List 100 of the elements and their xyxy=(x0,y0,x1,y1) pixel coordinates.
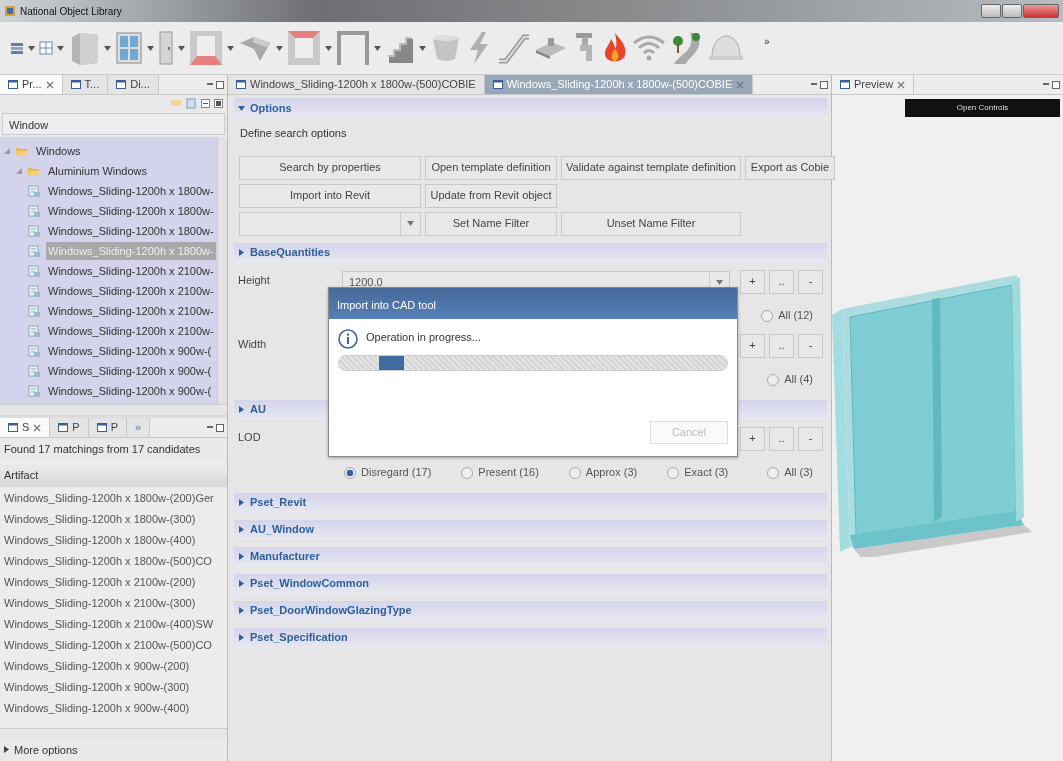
tab[interactable]: P xyxy=(50,418,89,437)
collapse-icon[interactable] xyxy=(201,98,210,108)
caret-icon[interactable] xyxy=(227,45,234,51)
action-button[interactable]: Unset Name Filter xyxy=(561,211,741,236)
section-header[interactable]: Pset_Revit xyxy=(234,492,827,513)
section-header[interactable]: Pset_Specification xyxy=(234,627,827,648)
small-button[interactable]: .. xyxy=(769,269,794,294)
list-row[interactable]: Windows_Sliding-1200h x 1800w-(500)CO xyxy=(0,549,227,571)
tree-item[interactable]: Windows_Sliding-1200h x 2100w- xyxy=(46,301,216,321)
tree-item[interactable]: Windows_Sliding-1200h x 900w-( xyxy=(46,341,214,361)
list-row[interactable]: Windows_Sliding-1200h x 1800w-(300) xyxy=(0,507,227,529)
small-button[interactable]: .. xyxy=(769,426,794,451)
list-row[interactable]: Windows_Sliding-1200h x 1800w-(200)Ger xyxy=(0,486,227,508)
section-header[interactable]: BaseQuantities xyxy=(234,242,827,263)
tree-item[interactable]: Windows_Sliding-1200h x 1800w- xyxy=(46,221,216,241)
radio-button[interactable] xyxy=(568,466,581,479)
action-button[interactable]: Import into Revit xyxy=(239,183,421,208)
tree-item[interactable]: Windows_Sliding-1200h x 2100w- xyxy=(46,261,216,281)
caret-icon[interactable] xyxy=(104,45,111,51)
expanded-icon[interactable] xyxy=(16,168,22,174)
radio-option[interactable]: Disregard (17) xyxy=(344,464,432,481)
tab[interactable]: P xyxy=(88,418,128,437)
more-tabs-button[interactable]: » xyxy=(127,418,151,437)
caret-icon[interactable] xyxy=(178,45,185,51)
tab[interactable]: Preview xyxy=(832,75,915,94)
tab[interactable]: T... xyxy=(62,75,109,94)
list-row[interactable]: Windows_Sliding-1200h x 2100w-(500)CO xyxy=(0,633,227,655)
tree-item[interactable]: Windows xyxy=(34,141,83,161)
maximize-icon[interactable] xyxy=(216,80,224,89)
radio-option[interactable]: Approx (3) xyxy=(568,464,638,481)
tree-item[interactable]: Windows_Sliding-1200h x 900w-( xyxy=(46,381,214,401)
caret-icon[interactable] xyxy=(419,45,426,51)
pipe-icon[interactable] xyxy=(534,36,568,60)
action-button[interactable]: Search by properties xyxy=(239,155,421,180)
scrollbar[interactable] xyxy=(217,137,227,404)
tree-item[interactable]: Windows_Sliding-1200h x 1800w- xyxy=(46,181,216,201)
tab[interactable]: Pr... xyxy=(0,75,63,94)
section-header[interactable]: AU_Window xyxy=(234,519,827,540)
small-button[interactable]: - xyxy=(798,333,823,358)
tree-item[interactable]: Windows_Sliding-1200h x 1800w- xyxy=(46,201,216,221)
radio-option[interactable]: Exact (3) xyxy=(667,464,729,481)
caret-icon[interactable] xyxy=(325,45,332,51)
close-icon[interactable] xyxy=(897,80,906,89)
list-icon[interactable] xyxy=(10,41,24,55)
list-row[interactable]: Windows_Sliding-1200h x 900w-(200) xyxy=(0,654,227,676)
list-row[interactable]: Windows_Sliding-1200h x 900w-(400) xyxy=(0,696,227,718)
section-header[interactable]: Pset_WindowCommon xyxy=(234,573,827,594)
caret-icon[interactable] xyxy=(147,45,154,51)
action-button[interactable]: Update from Revit object xyxy=(425,183,557,208)
action-button[interactable]: Open template definition xyxy=(425,155,557,180)
action-button[interactable]: Validate against template definition xyxy=(561,155,741,180)
caret-icon[interactable] xyxy=(57,45,64,51)
small-button[interactable]: + xyxy=(740,269,765,294)
list-row[interactable]: Windows_Sliding-1200h x 2100w-(300) xyxy=(0,591,227,613)
more-options-link[interactable]: More options xyxy=(14,741,78,758)
wifi-icon[interactable] xyxy=(632,33,666,63)
radio-button[interactable] xyxy=(767,373,780,386)
list-row[interactable]: Windows_Sliding-1200h x 2100w-(200) xyxy=(0,570,227,592)
caret-icon[interactable] xyxy=(374,45,381,51)
close-icon[interactable] xyxy=(45,80,54,89)
radio-button[interactable] xyxy=(667,466,680,479)
radio-button[interactable] xyxy=(344,466,356,479)
radio-button[interactable] xyxy=(761,309,774,322)
small-button[interactable]: .. xyxy=(769,333,794,358)
list-row[interactable]: Windows_Sliding-1200h x 900w-(300) xyxy=(0,675,227,697)
section-header[interactable]: Pset_DoorWindowGlazingType xyxy=(234,600,827,621)
expanded-icon[interactable] xyxy=(4,148,10,154)
radio-option[interactable]: All (12) xyxy=(761,307,813,324)
expand-icon[interactable] xyxy=(214,98,223,108)
helmet-icon[interactable] xyxy=(708,33,744,63)
tab[interactable]: S xyxy=(0,418,51,437)
radio-option[interactable]: All (4) xyxy=(767,371,813,388)
open-controls-button[interactable]: Open Controls xyxy=(905,99,1060,117)
column-header[interactable]: Artifact xyxy=(0,460,227,487)
radio-option[interactable]: All (3) xyxy=(767,464,813,481)
small-button[interactable]: + xyxy=(740,333,765,358)
radio-button[interactable] xyxy=(461,466,474,479)
close-icon[interactable] xyxy=(33,423,42,432)
more-tools-button[interactable]: » xyxy=(764,34,770,49)
list-row[interactable]: Windows_Sliding-1200h x 2100w-(400)SW xyxy=(0,612,227,634)
maximize-icon[interactable] xyxy=(820,80,828,89)
tree-item[interactable]: Aluminium Windows xyxy=(46,161,150,181)
maximize-icon[interactable] xyxy=(216,423,224,432)
tab[interactable]: Di... xyxy=(108,75,159,94)
small-button[interactable]: - xyxy=(798,426,823,451)
list-row[interactable]: Windows_Sliding-1200h x 1800w-(400) xyxy=(0,528,227,550)
small-button[interactable]: - xyxy=(798,269,823,294)
caret-icon[interactable] xyxy=(28,45,35,51)
section-header[interactable]: Manufacturer xyxy=(234,546,827,567)
section-header[interactable]: Options xyxy=(234,98,827,118)
maximize-button[interactable] xyxy=(1002,4,1022,18)
radio-button[interactable] xyxy=(767,466,780,479)
tree-item[interactable]: Windows_Sliding-1200h x 2100w- xyxy=(46,321,216,341)
close-button[interactable] xyxy=(1023,4,1059,18)
small-button[interactable]: + xyxy=(740,426,765,451)
filter-field[interactable]: Window xyxy=(2,113,225,135)
action-button[interactable]: Export as Cobie xyxy=(745,155,835,180)
caret-icon[interactable] xyxy=(276,45,283,51)
tab[interactable]: Windows_Sliding-1200h x 1800w-(500)COBIE xyxy=(228,75,485,94)
tree-item[interactable]: Windows_Sliding-1200h x 900w-( xyxy=(46,361,214,381)
